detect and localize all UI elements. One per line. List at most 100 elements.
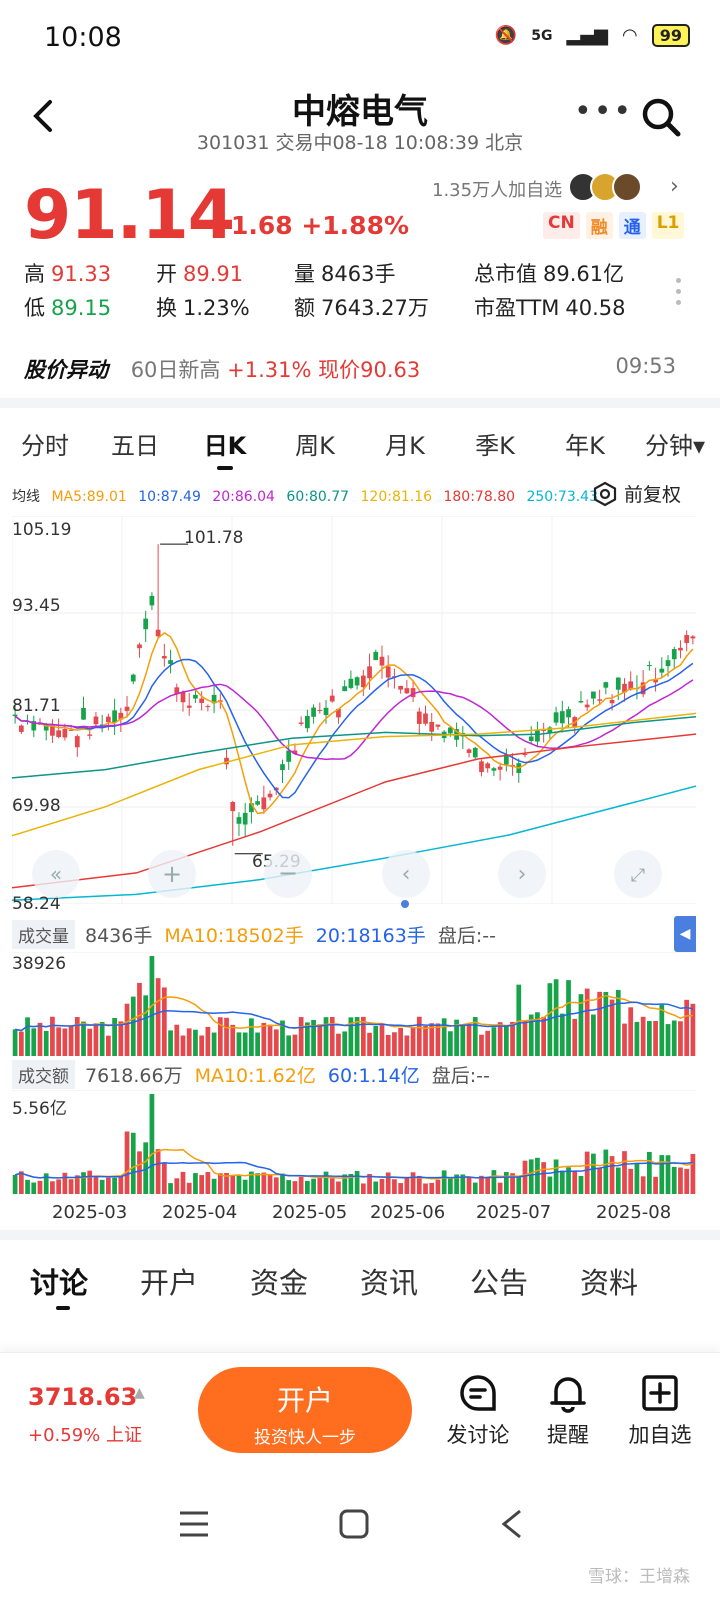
tab-5day[interactable]: 五日 [90, 420, 180, 468]
zoom-out-icon[interactable]: − [264, 850, 312, 898]
volume-bar [99, 1022, 105, 1056]
volume-bar [118, 1021, 124, 1056]
candle-body [466, 749, 472, 753]
tab-minute[interactable]: 分钟▾ [630, 420, 720, 468]
chevron-right-icon[interactable]: › [670, 174, 679, 199]
candle-body [690, 636, 696, 639]
kline-chart[interactable] [12, 516, 696, 904]
add-watchlist-button[interactable]: 加自选 [620, 1373, 700, 1449]
candle-body [199, 698, 205, 703]
tab-quarterly-k[interactable]: 季K [450, 420, 540, 468]
volume-bar [497, 1182, 503, 1194]
volume-bar [485, 1030, 491, 1056]
price-alert[interactable]: 股价异动 60日新高 +1.31% 现价90.63 09:53 [24, 354, 684, 384]
followers-count[interactable]: 1.35万人加自选 [432, 176, 562, 202]
nav-back-icon[interactable] [498, 1508, 526, 1540]
amount-label[interactable]: 成交额 [12, 1060, 75, 1089]
follower-avatars[interactable] [568, 172, 642, 202]
tab-intraday[interactable]: 分时 [0, 420, 90, 468]
volume-bar [25, 1017, 30, 1056]
side-panel-toggle[interactable]: ◀ [674, 916, 696, 952]
ma-legend: 均线 MA5:89.01 10:87.49 20:86.04 60:80.77 … [12, 486, 605, 506]
candle-body [404, 688, 410, 694]
volume-bar [81, 1021, 86, 1056]
tab-announcements[interactable]: 公告 [470, 1260, 580, 1302]
bell-icon [550, 1377, 586, 1413]
volume-bar [597, 1168, 602, 1194]
zoom-out-fast-icon[interactable]: « [32, 850, 80, 898]
volume-bar [622, 1151, 627, 1194]
expand-stats-icon[interactable] [676, 272, 684, 311]
volume-bar [292, 1181, 298, 1194]
volume-bar [286, 1180, 292, 1194]
index-value[interactable]: 3718.63 [28, 1383, 137, 1411]
scroll-right-icon[interactable]: › [498, 850, 546, 898]
candle-body [348, 678, 354, 688]
tab-capital[interactable]: 资金 [250, 1260, 360, 1302]
adjust-selector[interactable]: 前复权 [592, 480, 681, 507]
volume-label[interactable]: 成交量 [12, 920, 75, 949]
volume-bar [199, 1035, 205, 1056]
alert-button[interactable]: 提醒 [528, 1373, 608, 1449]
volume-bar [460, 1024, 466, 1056]
volume-bar [31, 1182, 37, 1194]
tab-news[interactable]: 资讯 [360, 1260, 470, 1302]
menu-icon[interactable] [178, 1510, 210, 1538]
volume-bar [659, 1004, 665, 1056]
volume-bar [12, 1029, 18, 1056]
volume-bar [385, 1172, 391, 1194]
scroll-left-icon[interactable]: ‹ [382, 850, 430, 898]
volume-bar [174, 1178, 180, 1194]
candle-body [93, 716, 99, 725]
open-value: 89.91 [183, 262, 244, 286]
tab-discussion[interactable]: 讨论 [30, 1260, 140, 1310]
candle-body [578, 701, 584, 703]
zoom-in-icon[interactable]: + [148, 850, 196, 898]
status-icons: 🔕 5G ▂▄▆ ◠ 99 [495, 24, 690, 47]
home-icon[interactable] [338, 1508, 370, 1540]
tab-monthly-k[interactable]: 月K [360, 420, 450, 468]
volume-bar [267, 1175, 273, 1194]
tab-open-account[interactable]: 开户 [140, 1260, 250, 1302]
volume-bar [671, 1020, 677, 1056]
status-bar: 10:08 🔕 5G ▂▄▆ ◠ 99 [0, 0, 720, 78]
volume-bar [124, 1131, 130, 1194]
content-tabs: 讨论 开户 资金 资讯 公告 资料 [30, 1260, 690, 1310]
volume-bar [584, 1151, 590, 1194]
volume-bar [186, 1028, 192, 1056]
tab-daily-k[interactable]: 日K [180, 420, 270, 470]
volume-bar [43, 1030, 49, 1056]
alert-title: 股价异动 [24, 358, 108, 382]
tab-profile[interactable]: 资料 [580, 1260, 690, 1302]
search-icon[interactable] [640, 96, 682, 138]
volume-bar [665, 1024, 671, 1056]
volume-bar [665, 1155, 671, 1194]
open-account-button[interactable]: 开户 投资快人一步 [198, 1367, 412, 1453]
candle-body [255, 801, 260, 805]
x-tick-label: 2025-08 [596, 1202, 672, 1223]
fullscreen-icon[interactable]: ⤢ [614, 850, 662, 898]
amount-chart [12, 1090, 696, 1194]
more-icon[interactable]: ••• [574, 94, 633, 129]
volume-bar [678, 1167, 683, 1194]
y-tick-label: 105.19 [12, 520, 72, 540]
volume-bar [491, 1170, 497, 1194]
volume-bar [261, 1172, 267, 1194]
tab-yearly-k[interactable]: 年K [540, 420, 630, 468]
tab-weekly-k[interactable]: 周K [270, 420, 360, 468]
add-watchlist-label: 加自选 [628, 1423, 692, 1447]
volume-bar [628, 1168, 634, 1194]
y-tick-label: 81.71 [12, 696, 61, 716]
volume-bar [603, 991, 609, 1056]
divider [0, 1230, 720, 1240]
amount-legend-item: MA10:1.62亿 [194, 1065, 316, 1087]
settings-hex-icon [593, 481, 617, 506]
ma-item: 250:73.43 [526, 489, 598, 505]
candle-body [354, 677, 360, 686]
ma-item: 10:87.49 [138, 489, 201, 505]
post-discussion-button[interactable]: 发讨论 [438, 1373, 518, 1449]
volume-bar [559, 1013, 565, 1056]
candle-body [180, 692, 186, 703]
volume-bar [410, 1027, 416, 1056]
volume-bar [292, 1034, 298, 1056]
